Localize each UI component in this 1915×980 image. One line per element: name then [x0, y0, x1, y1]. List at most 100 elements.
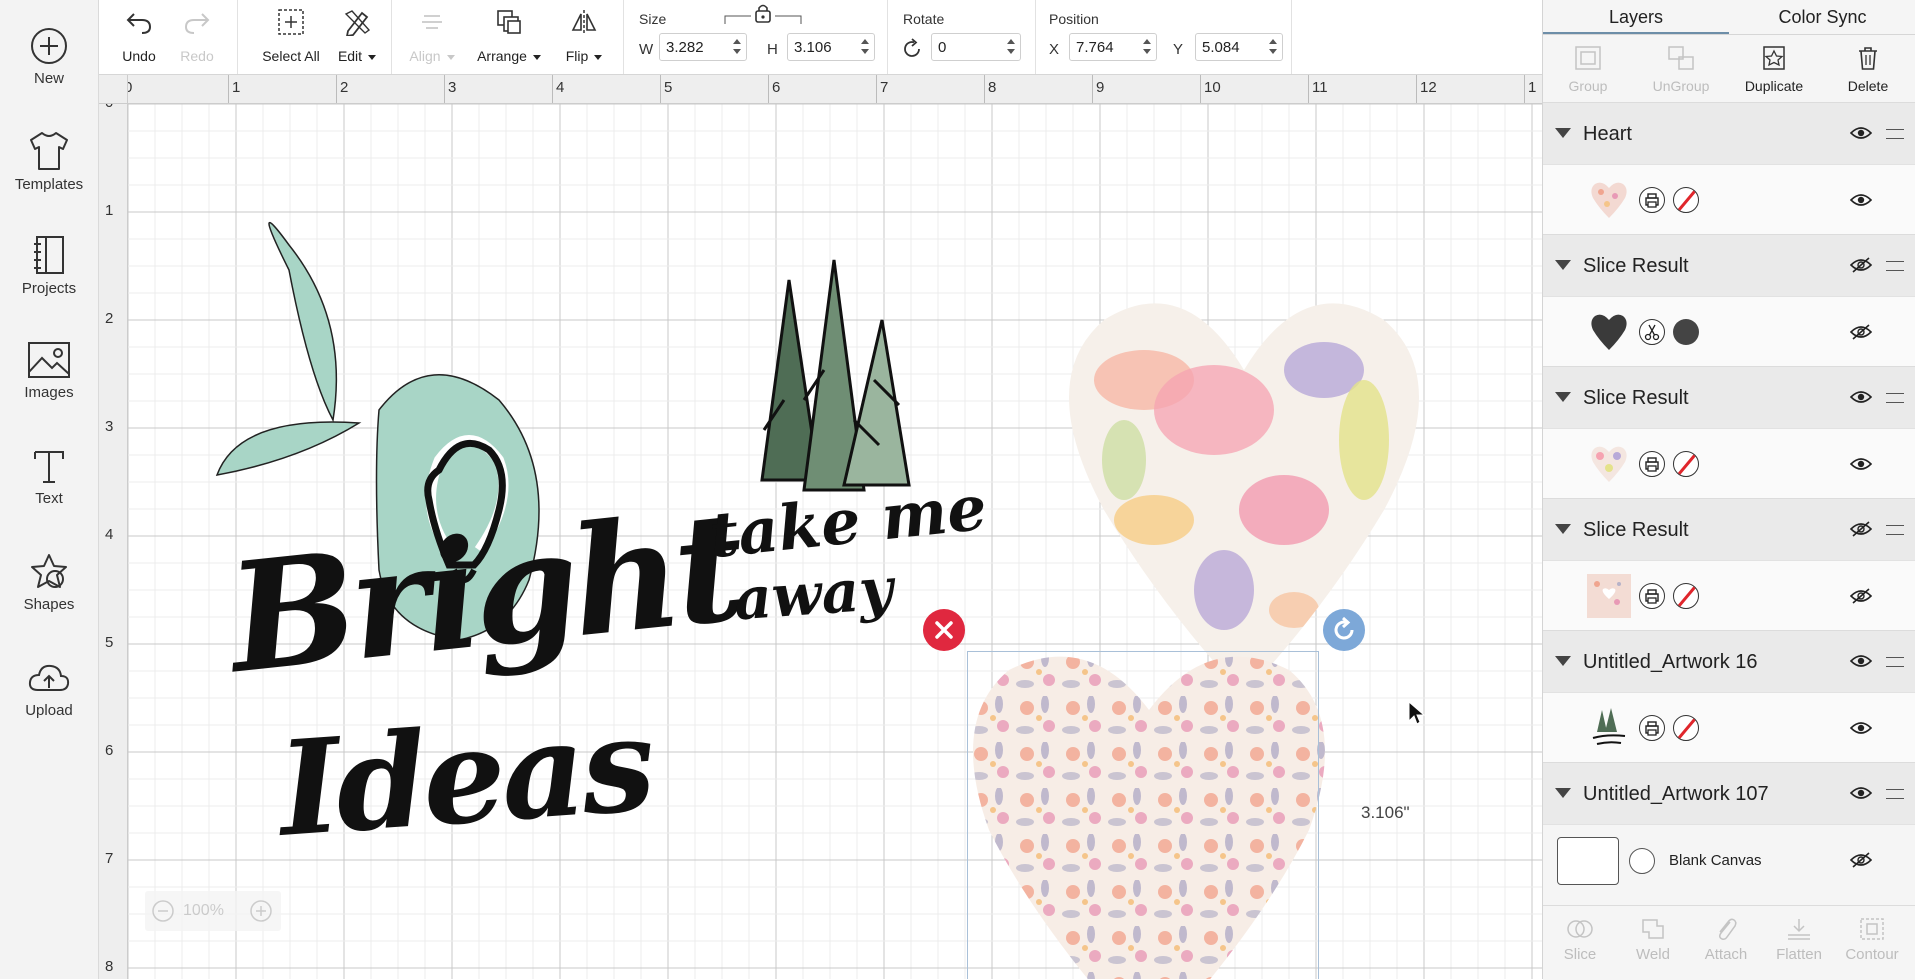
eye-hidden-icon[interactable]	[1849, 257, 1873, 273]
y-stepper-arrows[interactable]	[1266, 36, 1280, 58]
y-stepper[interactable]	[1195, 33, 1283, 61]
drag-handle-icon[interactable]	[1886, 789, 1904, 799]
visibility-toggle[interactable]	[1849, 653, 1873, 674]
rotate-stepper[interactable]	[931, 33, 1021, 61]
operation-toggle[interactable]	[1639, 451, 1665, 477]
layer-row[interactable]	[1543, 164, 1915, 235]
slice-button[interactable]: Slice	[1545, 916, 1615, 963]
collapse-triangle-icon[interactable]	[1555, 524, 1571, 534]
flip-dropdown[interactable]: Flip	[551, 0, 617, 74]
visibility-toggle[interactable]	[1849, 588, 1873, 609]
no-fill-icon[interactable]	[1673, 187, 1699, 213]
height-stepper-arrows[interactable]	[858, 36, 872, 58]
layer-row[interactable]	[1543, 692, 1915, 763]
collapse-triangle-icon[interactable]	[1555, 260, 1571, 270]
layer-row[interactable]	[1543, 428, 1915, 499]
layer-row[interactable]	[1543, 296, 1915, 367]
eye-icon[interactable]	[1849, 192, 1873, 208]
eye-hidden-icon[interactable]	[1849, 588, 1873, 604]
height-input[interactable]	[788, 35, 852, 59]
no-fill-icon[interactable]	[1673, 451, 1699, 477]
x-stepper[interactable]	[1069, 33, 1157, 61]
visibility-toggle[interactable]	[1849, 785, 1873, 806]
rotate-input[interactable]	[932, 35, 996, 59]
sidebar-item-text[interactable]: Text	[0, 446, 98, 507]
arrange-dropdown[interactable]: Arrange	[469, 0, 549, 74]
visibility-toggle[interactable]	[1849, 720, 1873, 741]
visibility-toggle[interactable]	[1849, 852, 1873, 873]
eye-icon[interactable]	[1849, 785, 1873, 801]
visibility-toggle[interactable]	[1849, 456, 1873, 477]
duplicate-button[interactable]: Duplicate	[1729, 40, 1819, 96]
layer-group-header[interactable]: Slice Result	[1543, 234, 1915, 297]
eye-icon[interactable]	[1849, 389, 1873, 405]
color-swatch[interactable]	[1673, 319, 1699, 345]
eye-icon[interactable]	[1849, 653, 1873, 669]
operation-toggle[interactable]	[1639, 319, 1665, 345]
rotate-handle-icon[interactable]	[1322, 608, 1366, 652]
width-stepper-arrows[interactable]	[730, 36, 744, 58]
contour-button[interactable]: Contour	[1837, 916, 1907, 963]
eye-hidden-icon[interactable]	[1849, 521, 1873, 537]
align-dropdown[interactable]: Align	[399, 0, 465, 74]
select-all-button[interactable]: Select All	[249, 0, 333, 74]
height-stepper[interactable]	[787, 33, 875, 61]
attach-button[interactable]: Attach	[1691, 916, 1761, 963]
operation-toggle[interactable]	[1639, 583, 1665, 609]
no-fill-icon[interactable]	[1673, 583, 1699, 609]
drag-handle-icon[interactable]	[1886, 657, 1904, 667]
layer-row[interactable]	[1543, 560, 1915, 631]
width-stepper[interactable]	[659, 33, 747, 61]
drag-handle-icon[interactable]	[1886, 129, 1904, 139]
collapse-triangle-icon[interactable]	[1555, 128, 1571, 138]
layer-group-header[interactable]: Untitled_Artwork 107	[1543, 762, 1915, 825]
delete-selection-icon[interactable]	[922, 608, 966, 652]
visibility-toggle[interactable]	[1849, 389, 1873, 410]
eye-icon[interactable]	[1849, 456, 1873, 472]
layer-row[interactable]: Blank Canvas	[1543, 824, 1915, 895]
sidebar-item-new[interactable]: New	[0, 26, 98, 87]
layer-group-header[interactable]: Slice Result	[1543, 498, 1915, 561]
sidebar-item-projects[interactable]: Projects	[0, 234, 98, 297]
no-fill-icon[interactable]	[1673, 715, 1699, 741]
x-stepper-arrows[interactable]	[1140, 36, 1154, 58]
watercolor-heart-shape[interactable]	[1064, 290, 1424, 700]
visibility-toggle[interactable]	[1849, 192, 1873, 213]
sidebar-item-images[interactable]: Images	[0, 340, 98, 401]
weld-button[interactable]: Weld	[1618, 916, 1688, 963]
collapse-triangle-icon[interactable]	[1555, 788, 1571, 798]
drag-handle-icon[interactable]	[1886, 261, 1904, 271]
tab-layers[interactable]: Layers	[1543, 0, 1729, 34]
sidebar-item-upload[interactable]: Upload	[0, 658, 98, 719]
delete-button[interactable]: Delete	[1823, 40, 1913, 96]
operation-toggle[interactable]	[1639, 715, 1665, 741]
eye-icon[interactable]	[1849, 125, 1873, 141]
eye-hidden-icon[interactable]	[1849, 852, 1873, 868]
collapse-triangle-icon[interactable]	[1555, 392, 1571, 402]
zoom-in-icon[interactable]	[249, 899, 273, 923]
visibility-toggle[interactable]	[1849, 257, 1873, 278]
collapse-triangle-icon[interactable]	[1555, 656, 1571, 666]
undo-button[interactable]: Undo	[111, 0, 167, 74]
visibility-toggle[interactable]	[1849, 125, 1873, 146]
x-input[interactable]	[1070, 35, 1134, 59]
layer-group-header[interactable]: Heart	[1543, 102, 1915, 165]
flatten-button[interactable]: Flatten	[1764, 916, 1834, 963]
redo-button[interactable]: Redo	[169, 0, 225, 74]
visibility-toggle[interactable]	[1849, 324, 1873, 345]
y-input[interactable]	[1196, 35, 1260, 59]
edit-dropdown[interactable]: Edit	[327, 0, 387, 74]
layer-group-header[interactable]: Untitled_Artwork 16	[1543, 630, 1915, 693]
group-button[interactable]: Group	[1543, 40, 1633, 96]
zoom-out-icon[interactable]	[151, 899, 175, 923]
drag-handle-icon[interactable]	[1886, 393, 1904, 403]
visibility-toggle[interactable]	[1849, 521, 1873, 542]
eye-icon[interactable]	[1849, 720, 1873, 736]
lock-ratio-icon[interactable]	[723, 2, 803, 26]
width-input[interactable]	[660, 35, 724, 59]
drag-handle-icon[interactable]	[1886, 525, 1904, 535]
operation-toggle[interactable]	[1639, 187, 1665, 213]
rotate-stepper-arrows[interactable]	[1004, 36, 1018, 58]
sidebar-item-templates[interactable]: Templates	[0, 130, 98, 193]
sidebar-item-shapes[interactable]: Shapes	[0, 552, 98, 613]
